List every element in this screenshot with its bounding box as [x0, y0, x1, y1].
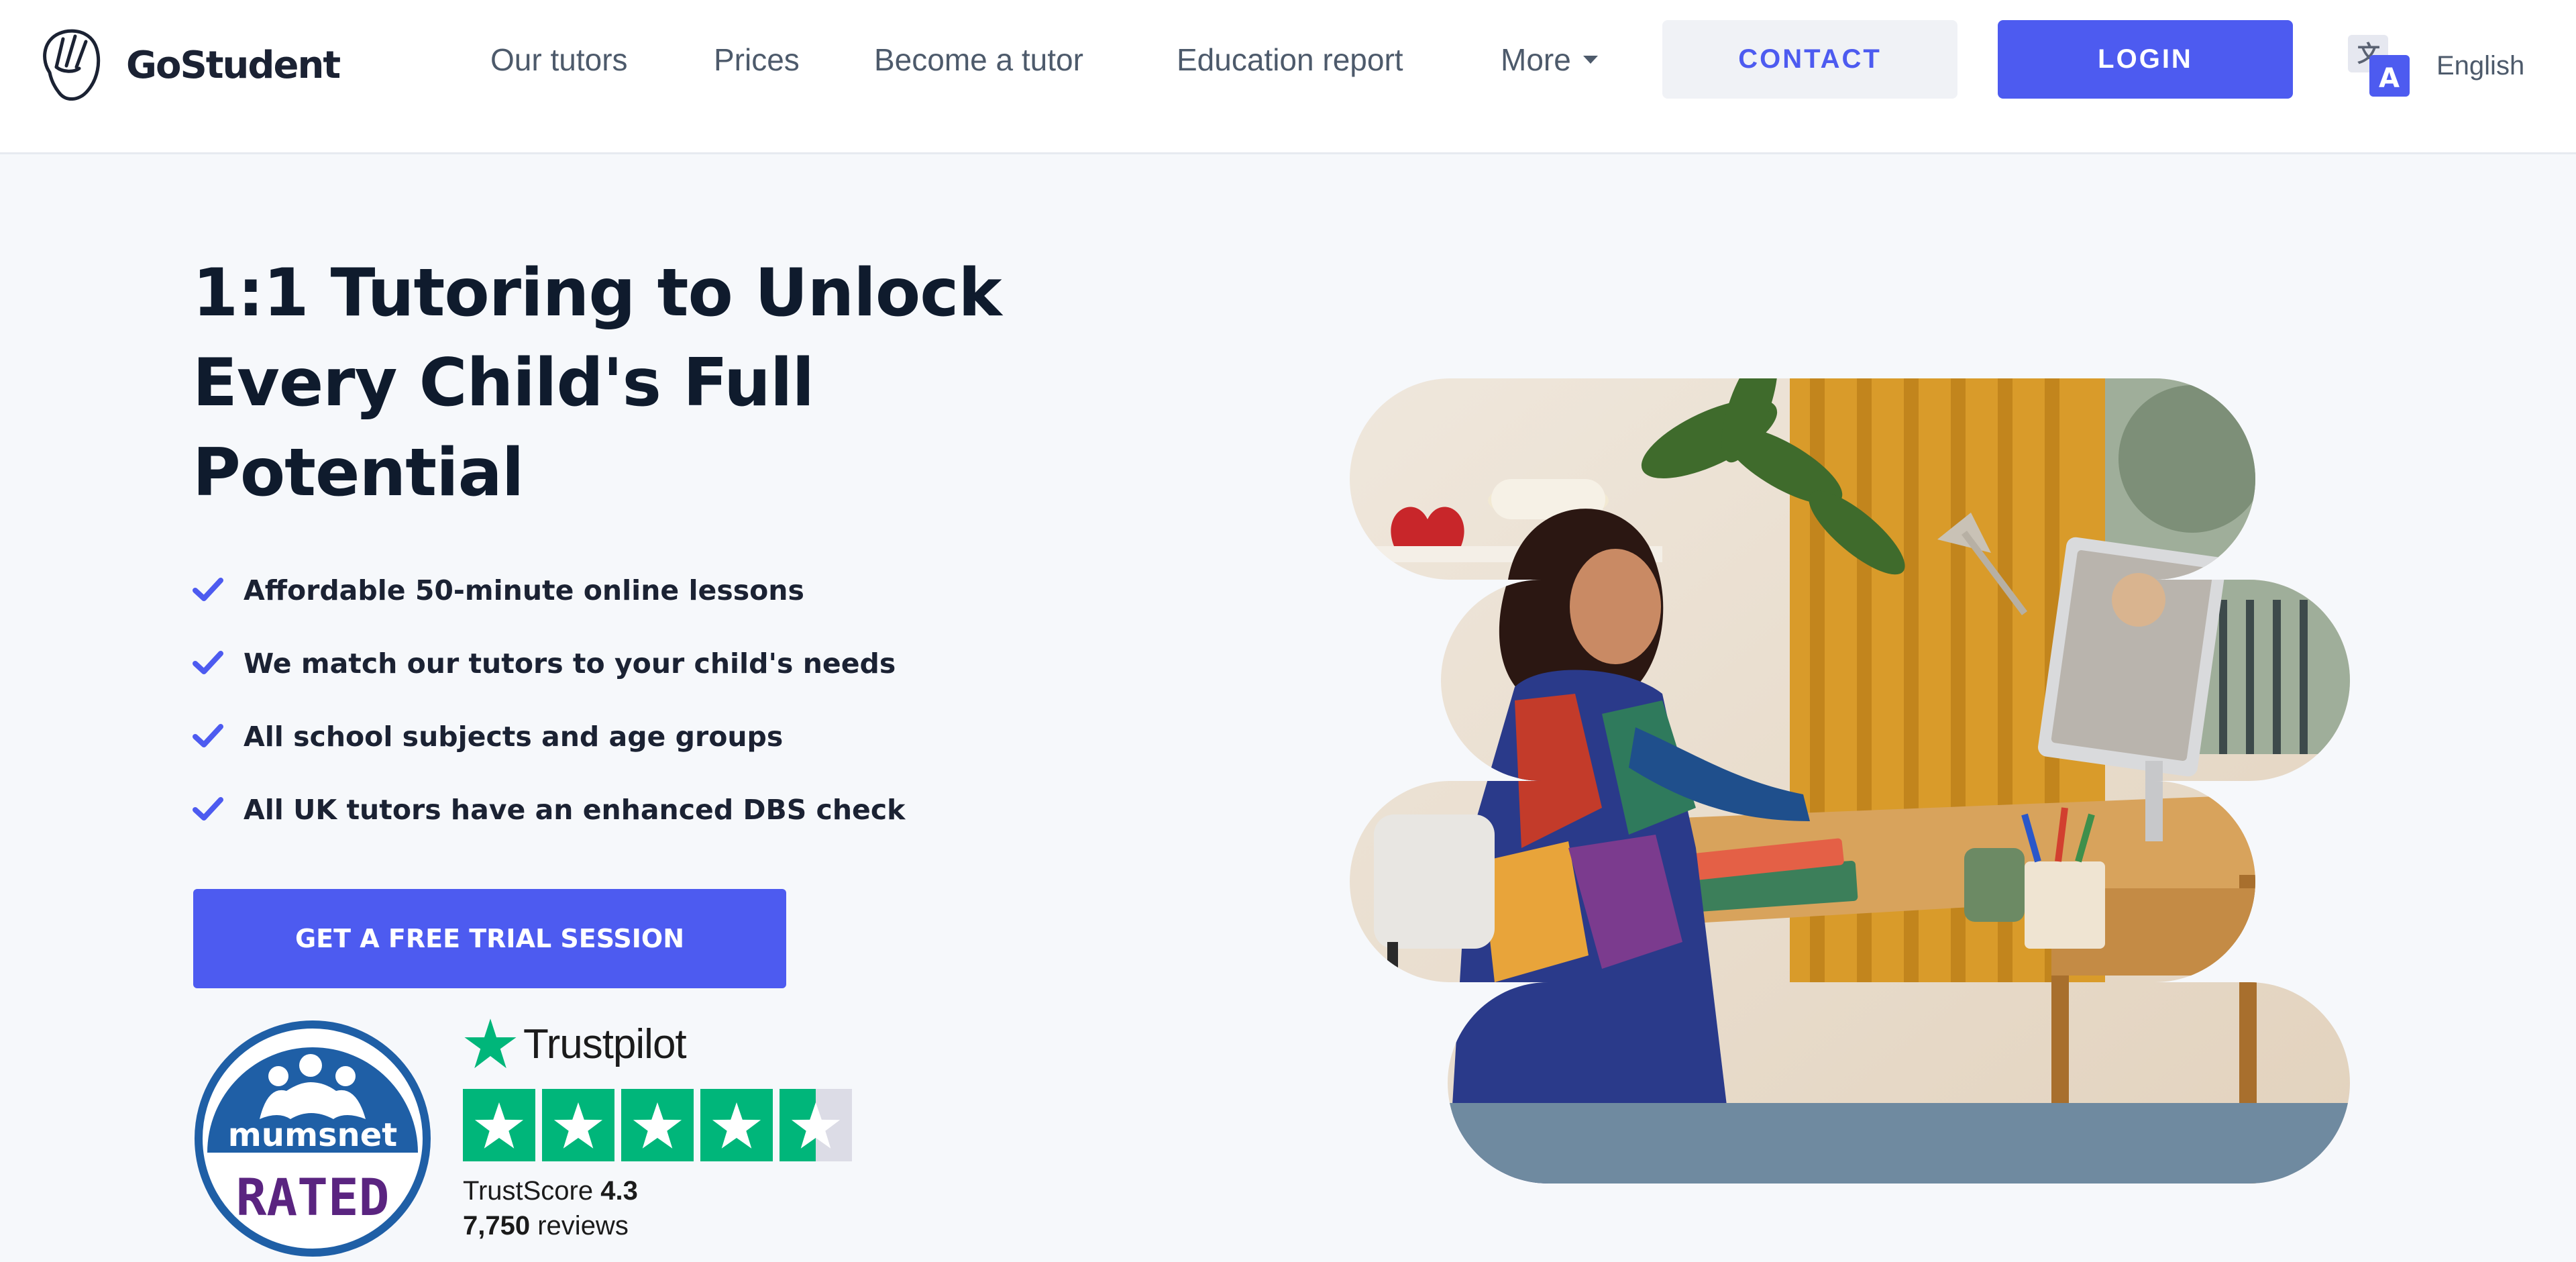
trustpilot-star-box: [780, 1089, 852, 1161]
checkmark-icon: [193, 650, 223, 674]
login-button[interactable]: LOGIN: [1998, 20, 2293, 99]
nav-education-report[interactable]: Education report: [1177, 42, 1403, 78]
checkmark-icon: [193, 723, 223, 747]
mumsnet-rated: RATED: [235, 1167, 390, 1227]
chevron-down-icon: [1582, 55, 1598, 64]
language-label: English: [2436, 50, 2525, 81]
trustpilot-star-box: [542, 1089, 614, 1161]
feature-item: All school subjects and age groups: [193, 700, 905, 773]
trustpilot-star-box: [463, 1089, 535, 1161]
gostudent-hand-logo-icon: [43, 29, 101, 101]
logo-text: GoStudent: [126, 43, 341, 87]
site-header: GoStudent Our tutors Prices Become a tut…: [0, 0, 2576, 154]
feature-text: We match our tutors to your child's need…: [244, 647, 896, 680]
nav-prices[interactable]: Prices: [714, 42, 800, 78]
nav-our-tutors[interactable]: Our tutors: [490, 42, 628, 78]
feature-list: Affordable 50-minute online lessons We m…: [193, 554, 905, 846]
feature-item: All UK tutors have an enhanced DBS check: [193, 773, 905, 846]
free-trial-button[interactable]: GET A FREE TRIAL SESSION: [193, 889, 786, 988]
nav-become-a-tutor[interactable]: Become a tutor: [874, 42, 1083, 78]
trustpilot-stars: [463, 1089, 852, 1161]
review-count-label: reviews: [537, 1211, 629, 1241]
trust-score-value: 4.3: [600, 1176, 638, 1206]
trustpilot-name: Trustpilot: [523, 1020, 687, 1067]
nav-more-label: More: [1501, 42, 1571, 77]
feature-item: We match our tutors to your child's need…: [193, 627, 905, 700]
feature-text: All UK tutors have an enhanced DBS check: [244, 793, 906, 826]
translate-icon: 文 A: [2348, 35, 2410, 97]
trustpilot-star-box: [621, 1089, 694, 1161]
trustpilot-star-box: [700, 1089, 773, 1161]
svg-text:A: A: [2379, 63, 2400, 94]
trustpilot-star-icon: [464, 1018, 517, 1069]
mumsnet-rated-badge: mumsnet RATED: [193, 1018, 433, 1259]
review-count-value: 7,750: [463, 1211, 531, 1241]
checkmark-icon: [193, 577, 223, 601]
feature-text: Affordable 50-minute online lessons: [244, 574, 804, 607]
trust-score-label: TrustScore: [463, 1176, 594, 1206]
language-selector[interactable]: 文 A English: [2348, 35, 2524, 97]
checkmark-icon: [193, 796, 223, 821]
feature-text: All school subjects and age groups: [244, 720, 784, 753]
contact-button[interactable]: CONTACT: [1662, 20, 1957, 99]
logo[interactable]: GoStudent: [36, 25, 341, 105]
feature-item: Affordable 50-minute online lessons: [193, 554, 905, 627]
review-count: 7,750 reviews: [463, 1211, 629, 1241]
trustpilot-widget[interactable]: Trustpilot TrustScore 4.3 7,750 reviews: [463, 1016, 852, 1241]
trust-score: TrustScore 4.3: [463, 1176, 638, 1206]
mumsnet-word: mumsnet: [227, 1116, 398, 1154]
hero-image: [1350, 378, 2350, 1184]
nav-more-dropdown[interactable]: More: [1501, 42, 1598, 78]
trustpilot-brand: Trustpilot: [463, 1016, 687, 1071]
hero-title: 1:1 Tutoring to Unlock Every Child's Ful…: [193, 255, 1002, 511]
